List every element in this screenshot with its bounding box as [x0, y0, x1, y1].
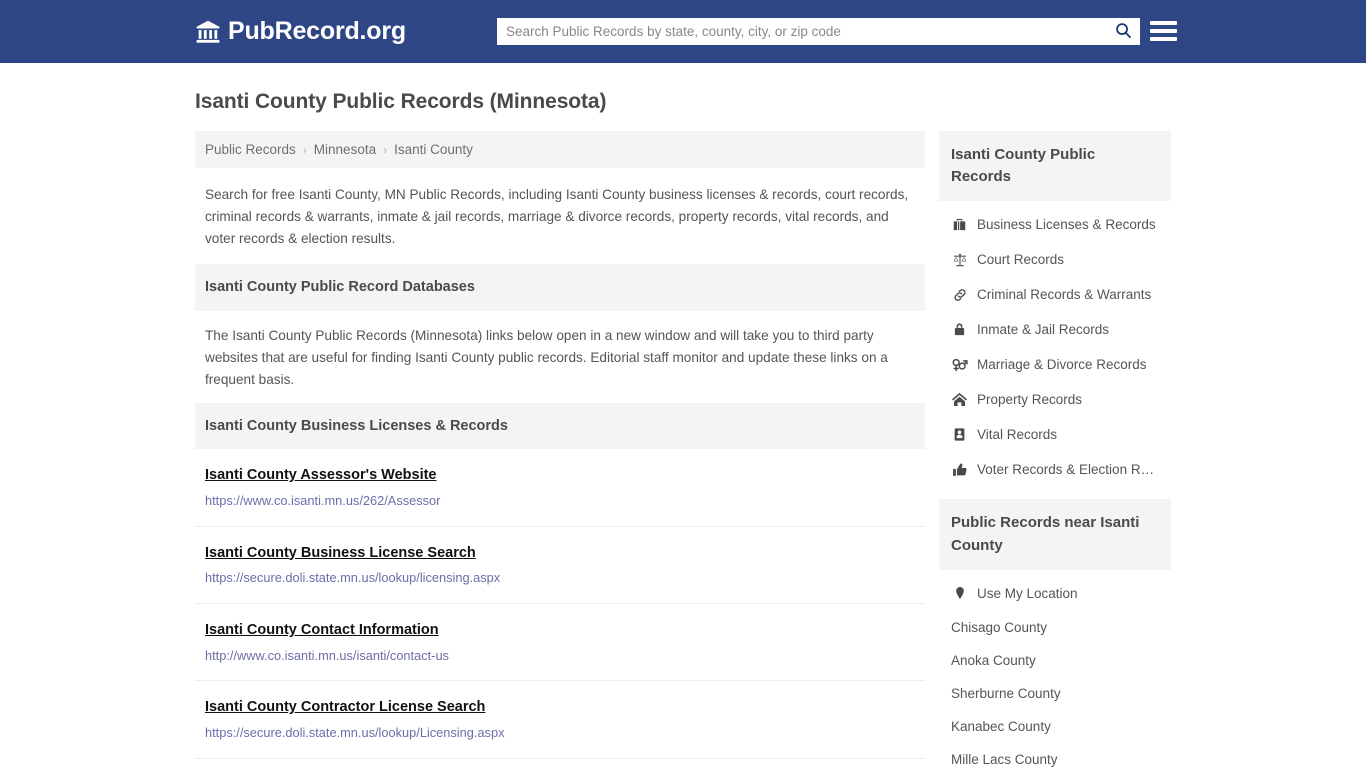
nearby-panel-list: Use My Location Chisago County Anoka Cou…	[939, 570, 1171, 768]
sidebar-item-business-licenses[interactable]: Business Licenses & Records	[939, 207, 1171, 242]
result-link-url[interactable]: https://www.co.isanti.mn.us/262/Assessor	[205, 493, 915, 510]
content-area: Public Records › Minnesota › Isanti Coun…	[195, 131, 1171, 768]
records-panel-list: Business Licenses & Records Court Record…	[939, 201, 1171, 487]
result-link-url[interactable]: https://secure.doli.state.mn.us/lookup/l…	[205, 570, 915, 587]
list-item: Isanti County Assessor's Website https:/…	[195, 449, 925, 527]
breadcrumb-separator-icon: ›	[383, 142, 388, 157]
menu-bar-1	[1150, 21, 1177, 25]
sidebar-item-label: Mille Lacs County	[951, 751, 1058, 767]
sidebar-item-label: Property Records	[977, 392, 1083, 408]
site-logo-text: PubRecord.org	[228, 17, 406, 45]
home-icon	[951, 391, 968, 408]
breadcrumb-item-minnesota[interactable]: Minnesota	[314, 142, 376, 157]
id-card-icon	[951, 426, 968, 443]
scales-balance-icon	[951, 251, 968, 268]
databases-panel-body: The Isanti County Public Records (Minnes…	[205, 327, 888, 387]
sidebar-item-sherburne-county[interactable]: Sherburne County	[939, 677, 1171, 710]
hamburger-menu-icon[interactable]	[1150, 18, 1177, 44]
nearby-panel-heading: Public Records near Isanti County	[939, 499, 1171, 570]
sidebar-item-label: Voter Records & Election R…	[977, 462, 1155, 478]
thumbs-up-icon	[951, 461, 968, 478]
sidebar-item-label: Criminal Records & Warrants	[977, 287, 1152, 303]
breadcrumb-item-public-records[interactable]: Public Records	[205, 142, 296, 157]
page-container: Isanti County Public Records (Minnesota)…	[0, 90, 1366, 768]
breadcrumb: Public Records › Minnesota › Isanti Coun…	[195, 131, 925, 168]
result-link-title[interactable]: Isanti County Assessor's Website	[205, 466, 437, 485]
sidebar-item-label: Business Licenses & Records	[977, 217, 1156, 233]
sidebar-item-vital-records[interactable]: Vital Records	[939, 417, 1171, 452]
records-panel-heading: Isanti County Public Records	[939, 131, 1171, 202]
result-link-title[interactable]: Isanti County Contractor License Search	[205, 698, 485, 717]
main-column: Public Records › Minnesota › Isanti Coun…	[195, 131, 925, 768]
search-button[interactable]	[1106, 18, 1140, 45]
nearby-panel: Public Records near Isanti County Use My…	[939, 499, 1171, 768]
sidebar-item-label: Marriage & Divorce Records	[977, 357, 1147, 373]
intro-paragraph: Search for free Isanti County, MN Public…	[205, 187, 909, 247]
result-link-url[interactable]: https://secure.doli.state.mn.us/lookup/L…	[205, 725, 915, 742]
map-pin-icon	[951, 585, 968, 602]
sidebar-item-mille-lacs-county[interactable]: Mille Lacs County	[939, 743, 1171, 768]
sidebar-item-anoka-county[interactable]: Anoka County	[939, 644, 1171, 677]
list-item: Isanti County Contractor License Search …	[195, 681, 925, 759]
sidebar-item-inmate-jail-records[interactable]: Inmate & Jail Records	[939, 312, 1171, 347]
search-input[interactable]	[497, 18, 1106, 45]
bank-building-icon	[195, 19, 221, 45]
sidebar-item-label: Anoka County	[951, 652, 1036, 668]
result-link-title[interactable]: Isanti County Business License Search	[205, 544, 476, 563]
sidebar-item-kanabec-county[interactable]: Kanabec County	[939, 710, 1171, 743]
sidebar-item-chisago-county[interactable]: Chisago County	[939, 611, 1171, 644]
sidebar-item-marriage-divorce-records[interactable]: Marriage & Divorce Records	[939, 347, 1171, 382]
sidebar-item-label: Sherburne County	[951, 685, 1061, 701]
sidebar-item-label: Use My Location	[977, 585, 1078, 601]
list-item: Isanti County Contact Information http:/…	[195, 604, 925, 682]
sidebar-item-court-records[interactable]: Court Records	[939, 242, 1171, 277]
sidebar-item-label: Inmate & Jail Records	[977, 322, 1110, 338]
sidebar-item-voter-records[interactable]: Voter Records & Election R…	[939, 452, 1171, 487]
venus-mars-icon	[951, 356, 968, 373]
menu-bar-2	[1150, 29, 1177, 33]
sidebar-item-label: Court Records	[977, 252, 1065, 268]
sidebar-item-use-my-location[interactable]: Use My Location	[939, 576, 1171, 611]
lock-icon	[951, 321, 968, 338]
sidebar-item-label: Vital Records	[977, 427, 1058, 443]
site-header: PubRecord.org	[0, 0, 1366, 63]
sidebar-item-label: Chisago County	[951, 619, 1048, 635]
databases-panel-heading: Isanti County Public Record Databases	[195, 264, 925, 311]
briefcase-icon	[951, 216, 968, 233]
list-item: Isanti County Business License Search ht…	[195, 527, 925, 604]
link-chain-icon	[951, 286, 968, 303]
breadcrumb-item-isanti-county: Isanti County	[394, 142, 473, 157]
business-section-heading: Isanti County Business Licenses & Record…	[195, 402, 925, 450]
site-logo-link[interactable]: PubRecord.org	[195, 17, 406, 46]
search-icon	[1114, 21, 1133, 43]
search-bar	[497, 18, 1140, 45]
records-panel: Isanti County Public Records Business Li…	[939, 131, 1171, 487]
result-link-title[interactable]: Isanti County Contact Information	[205, 621, 439, 640]
menu-bar-3	[1150, 37, 1177, 41]
breadcrumb-separator-icon: ›	[302, 142, 307, 157]
list-item: Isanti County Employee Directory https:/…	[195, 759, 925, 768]
sidebar-item-label: Kanabec County	[951, 718, 1051, 734]
result-link-url[interactable]: http://www.co.isanti.mn.us/isanti/contac…	[205, 648, 915, 665]
sidebar: Isanti County Public Records Business Li…	[939, 131, 1171, 768]
sidebar-item-property-records[interactable]: Property Records	[939, 382, 1171, 417]
sidebar-item-criminal-records[interactable]: Criminal Records & Warrants	[939, 277, 1171, 312]
business-links-list: Isanti County Assessor's Website https:/…	[195, 449, 925, 768]
page-title: Isanti County Public Records (Minnesota)	[195, 90, 607, 113]
